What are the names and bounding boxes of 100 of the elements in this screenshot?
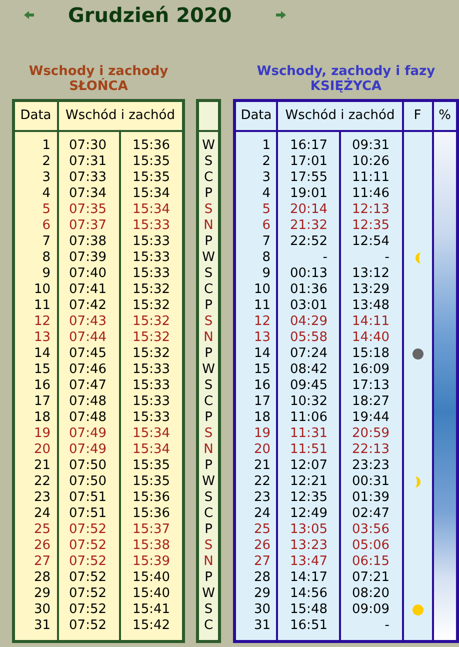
day-cell: 16 bbox=[234, 378, 278, 394]
sunset-cell: 15:34 bbox=[120, 426, 184, 442]
sunrise-cell: 07:47 bbox=[58, 378, 120, 394]
moonrise-cell: - bbox=[277, 250, 340, 266]
moonrise-cell: 01:36 bbox=[277, 282, 340, 298]
sunset-cell: 15:33 bbox=[120, 362, 184, 378]
day-cell: 16 bbox=[14, 378, 58, 394]
day-cell: 7 bbox=[14, 234, 58, 250]
day-cell: 25 bbox=[14, 522, 58, 538]
moonrise-cell: 04:29 bbox=[277, 314, 340, 330]
left-arrow-icon[interactable] bbox=[24, 11, 34, 19]
moonset-cell: 08:20 bbox=[340, 586, 402, 602]
weekday-cell: W bbox=[198, 362, 220, 378]
day-cell: 4 bbox=[234, 186, 278, 202]
moonset-cell: 14:40 bbox=[340, 330, 402, 346]
sunset-cell: 15:42 bbox=[120, 618, 184, 634]
column-header: F bbox=[402, 100, 432, 131]
day-cell: 19 bbox=[14, 426, 58, 442]
right-arrow-icon[interactable] bbox=[276, 11, 286, 19]
weekday-cell: P bbox=[198, 410, 220, 426]
moonrise-cell: 03:01 bbox=[277, 298, 340, 314]
sunrise-cell: 07:52 bbox=[58, 618, 120, 634]
moonrise-cell: 17:55 bbox=[277, 170, 340, 186]
day-cell: 20 bbox=[14, 442, 58, 458]
moonset-cell: 03:56 bbox=[340, 522, 402, 538]
sunset-cell: 15:33 bbox=[120, 266, 184, 282]
weekday-cell: N bbox=[198, 442, 220, 458]
sunset-cell: 15:32 bbox=[120, 298, 184, 314]
sunset-cell: 15:35 bbox=[120, 154, 184, 170]
day-cell: 11 bbox=[14, 298, 58, 314]
moonset-cell: 09:31 bbox=[340, 138, 402, 154]
moonrise-cell: 07:24 bbox=[277, 346, 340, 362]
sunset-cell: 15:33 bbox=[120, 378, 184, 394]
day-cell: 13 bbox=[14, 330, 58, 346]
moonset-cell: 11:11 bbox=[340, 170, 402, 186]
sun-subheading: SŁOŃCA bbox=[68, 79, 129, 94]
moonset-cell: 05:06 bbox=[340, 538, 402, 554]
sunrise-cell: 07:50 bbox=[58, 474, 120, 490]
day-cell: 31 bbox=[14, 618, 58, 634]
day-cell: 6 bbox=[234, 218, 278, 234]
moonset-cell: 22:13 bbox=[340, 442, 402, 458]
weekday-cell: P bbox=[198, 234, 220, 250]
sunrise-cell: 07:51 bbox=[58, 506, 120, 522]
moonset-cell: 19:44 bbox=[340, 410, 402, 426]
day-cell: 23 bbox=[234, 490, 278, 506]
sunset-cell: 15:33 bbox=[120, 234, 184, 250]
moonrise-cell: 16:17 bbox=[277, 138, 340, 154]
moonset-cell: 07:21 bbox=[340, 570, 402, 586]
sunrise-cell: 07:52 bbox=[58, 522, 120, 538]
sunset-cell: 15:34 bbox=[120, 202, 184, 218]
sunrise-cell: 07:51 bbox=[58, 490, 120, 506]
day-cell: 30 bbox=[14, 602, 58, 618]
sunset-cell: 15:35 bbox=[120, 170, 184, 186]
sunrise-cell: 07:46 bbox=[58, 362, 120, 378]
weekday-cell: N bbox=[198, 554, 220, 570]
weekday-cell: N bbox=[198, 218, 220, 234]
weekday-cell: S bbox=[198, 426, 220, 442]
day-cell: 1 bbox=[14, 138, 58, 154]
sunrise-cell: 07:52 bbox=[58, 602, 120, 618]
sunset-cell: 15:40 bbox=[120, 570, 184, 586]
moonrise-cell: 20:14 bbox=[277, 202, 340, 218]
moonset-cell: 20:59 bbox=[340, 426, 402, 442]
day-cell: 19 bbox=[234, 426, 278, 442]
moon-heading: Wschody, zachody i fazy bbox=[256, 64, 436, 79]
sunrise-cell: 07:42 bbox=[58, 298, 120, 314]
day-cell: 9 bbox=[14, 266, 58, 282]
day-cell: 18 bbox=[234, 410, 278, 426]
day-cell: 21 bbox=[14, 458, 58, 474]
moonrise-cell: 19:01 bbox=[277, 186, 340, 202]
day-cell: 6 bbox=[14, 218, 58, 234]
sunrise-cell: 07:31 bbox=[58, 154, 120, 170]
weekday-cell: S bbox=[198, 314, 220, 330]
day-cell: 22 bbox=[14, 474, 58, 490]
sunrise-cell: 07:30 bbox=[58, 138, 120, 154]
day-cell: 25 bbox=[234, 522, 278, 538]
moonrise-cell: 14:56 bbox=[277, 586, 340, 602]
day-cell: 15 bbox=[14, 362, 58, 378]
moonrise-cell: 05:58 bbox=[277, 330, 340, 346]
weekday-cell: C bbox=[198, 506, 220, 522]
moonrise-cell: 14:17 bbox=[277, 570, 340, 586]
sunrise-cell: 07:52 bbox=[58, 554, 120, 570]
sunset-cell: 15:35 bbox=[120, 458, 184, 474]
day-cell: 26 bbox=[14, 538, 58, 554]
day-cell: 2 bbox=[14, 154, 58, 170]
moonset-cell: - bbox=[340, 618, 402, 634]
weekday-cell: P bbox=[198, 186, 220, 202]
sunrise-cell: 07:44 bbox=[58, 330, 120, 346]
month-title: Grudzień 2020 bbox=[68, 3, 232, 27]
weekday-cell: S bbox=[198, 538, 220, 554]
weekday-cell: W bbox=[198, 250, 220, 266]
day-cell: 3 bbox=[234, 170, 278, 186]
moonrise-cell: 11:31 bbox=[277, 426, 340, 442]
day-cell: 24 bbox=[14, 506, 58, 522]
day-cell: 21 bbox=[234, 458, 278, 474]
day-cell: 27 bbox=[234, 554, 278, 570]
day-cell: 13 bbox=[234, 330, 278, 346]
sunrise-cell: 07:48 bbox=[58, 410, 120, 426]
moon-subheading: KSIĘŻYCA bbox=[310, 79, 382, 94]
day-cell: 5 bbox=[234, 202, 278, 218]
sunset-cell: 15:32 bbox=[120, 330, 184, 346]
